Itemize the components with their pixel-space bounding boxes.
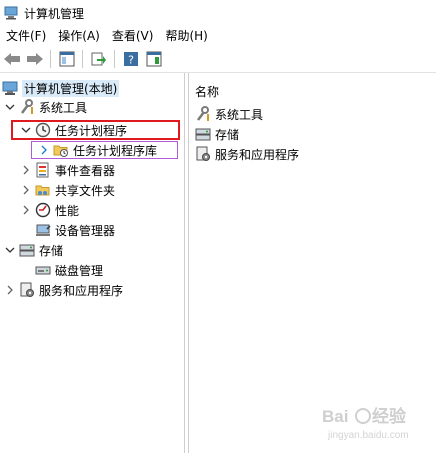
disk-management-icon [35, 262, 51, 278]
menu-view[interactable]: 查看(V) [106, 26, 160, 46]
menu-bar: 文件(F) 操作(A) 查看(V) 帮助(H) [0, 26, 436, 46]
action-pane-icon [146, 51, 162, 67]
console-tree: 计算机管理(本地) 系统工具 任务计划程序 任务计划程序库 事件查看器 共享文件… [0, 73, 185, 453]
show-hide-console-tree-button[interactable] [56, 48, 78, 70]
tools-icon [195, 106, 211, 122]
tree-item-root[interactable]: 计算机管理(本地) [2, 78, 120, 98]
tree-item-services-apps[interactable]: 服务和应用程序 [4, 280, 123, 300]
menu-help[interactable]: 帮助(H) [159, 26, 213, 46]
tree-label: 事件查看器 [55, 163, 116, 178]
list-item-label: 存储 [215, 127, 240, 142]
device-manager-icon [35, 222, 51, 238]
chevron-right-icon[interactable] [20, 184, 32, 196]
baidu-watermark-logo: Bai 经验 jingyan.baidu.com [318, 404, 436, 444]
export-list-button[interactable] [88, 48, 110, 70]
results-pane: 名称 系统工具 存储 服务和应用程序 [188, 73, 436, 453]
help-button[interactable]: ? [120, 48, 142, 70]
tree-item-shared-folders[interactable]: 共享文件夹 [20, 180, 115, 200]
chevron-down-icon[interactable] [4, 101, 16, 113]
chevron-down-icon[interactable] [4, 244, 16, 256]
tree-label: 磁盘管理 [55, 263, 104, 278]
tree-item-storage[interactable]: 存储 [4, 240, 63, 260]
help-icon: ? [124, 52, 138, 67]
panes: 计算机管理(本地) 系统工具 任务计划程序 任务计划程序库 事件查看器 共享文件… [0, 73, 436, 453]
tree-item-performance[interactable]: 性能 [20, 200, 79, 220]
chevron-right-icon[interactable] [4, 284, 16, 296]
computer-management-icon [2, 80, 18, 96]
event-viewer-icon [35, 162, 51, 178]
performance-icon [35, 202, 51, 218]
toolbar-separator [82, 50, 83, 68]
chevron-right-icon[interactable] [20, 164, 32, 176]
services-icon [19, 282, 35, 298]
list-item[interactable]: 服务和应用程序 [195, 145, 299, 163]
list-item-label: 服务和应用程序 [215, 147, 300, 162]
tools-icon [19, 99, 35, 115]
list-item[interactable]: 存储 [195, 125, 239, 143]
svg-text:Bai: Bai [322, 407, 348, 426]
console-tree-icon [59, 51, 75, 67]
window-title: 计算机管理 [24, 6, 85, 21]
tree-label: 设备管理器 [55, 223, 116, 238]
storage-icon [195, 126, 211, 142]
storage-icon [19, 242, 35, 258]
toolbar-separator [50, 50, 51, 68]
svg-text:经验: 经验 [372, 406, 407, 426]
title-bar: 计算机管理 [0, 0, 436, 26]
svg-text:?: ? [128, 54, 134, 67]
menu-action[interactable]: 操作(A) [52, 26, 106, 46]
tree-label: 系统工具 [39, 100, 88, 115]
tree-item-device-manager[interactable]: 设备管理器 [35, 220, 115, 240]
toolbar: ? [0, 46, 436, 73]
export-icon [91, 52, 106, 66]
tree-label: 服务和应用程序 [39, 283, 124, 298]
tree-label: 性能 [55, 203, 80, 218]
list-item-label: 系统工具 [215, 107, 264, 122]
svg-text:jingyan.baidu.com: jingyan.baidu.com [327, 430, 409, 441]
services-icon [195, 146, 211, 162]
show-hide-action-pane-button[interactable] [143, 48, 165, 70]
chevron-right-icon[interactable] [20, 204, 32, 216]
list-item[interactable]: 系统工具 [195, 105, 263, 123]
shared-folder-icon [35, 182, 51, 198]
tree-label: 计算机管理(本地) [22, 79, 120, 97]
tree-label: 存储 [39, 243, 64, 258]
forward-arrow-icon [27, 53, 43, 65]
tree-item-system-tools[interactable]: 系统工具 [4, 97, 87, 117]
column-header-name[interactable]: 名称 [195, 83, 219, 100]
back-button[interactable] [1, 48, 23, 70]
tree-label: 共享文件夹 [55, 183, 116, 198]
tree-item-event-viewer[interactable]: 事件查看器 [20, 160, 115, 180]
toolbar-separator [114, 50, 115, 68]
highlight-box-purple [31, 141, 178, 159]
tree-item-disk-management[interactable]: 磁盘管理 [35, 260, 103, 280]
highlight-box-red [11, 120, 180, 140]
back-arrow-icon [4, 53, 20, 65]
computer-management-icon [4, 6, 18, 20]
menu-file[interactable]: 文件(F) [0, 26, 52, 46]
forward-button[interactable] [24, 48, 46, 70]
